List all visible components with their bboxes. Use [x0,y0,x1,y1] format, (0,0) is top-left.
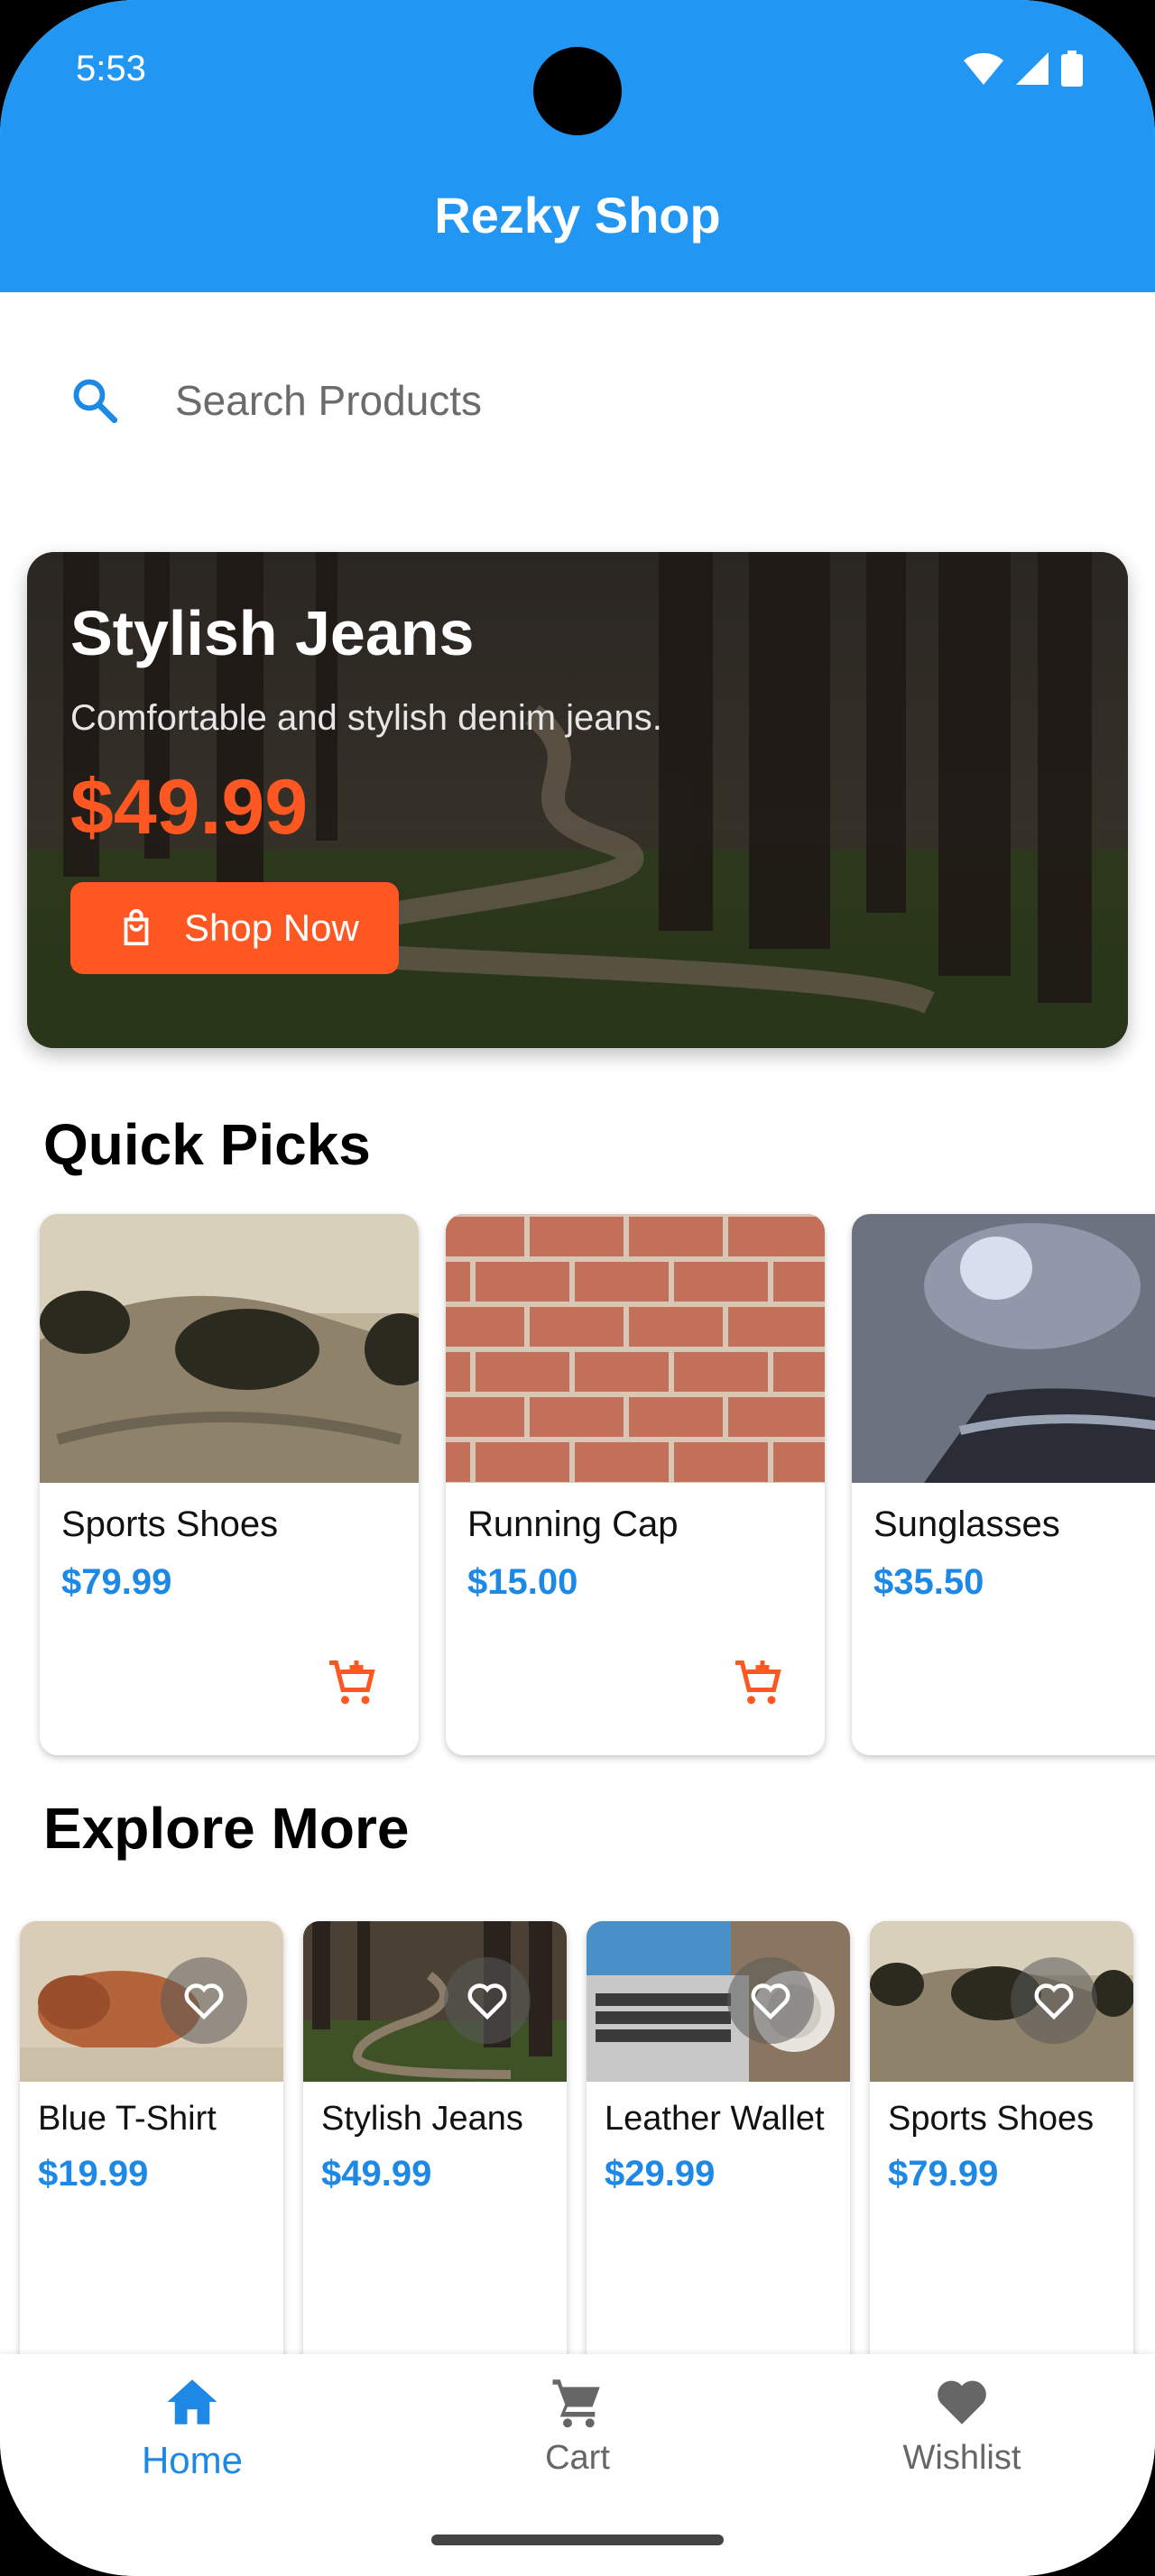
quick-picks-title: Quick Picks [43,1112,371,1177]
heart-outline-icon [1034,1983,1074,2020]
product-name: Stylish Jeans [321,2100,523,2138]
quick-pick-card[interactable]: Sports Shoes $79.99 [40,1214,419,1755]
heart-outline-icon [751,1983,790,2020]
product-price: $49.99 [321,2154,432,2194]
app-bar: 5:53 Rezky Shop [0,0,1155,292]
nav-label: Cart [545,2439,610,2477]
product-name: Running Cap [467,1504,679,1544]
product-price: $15.00 [467,1562,578,1602]
add-to-cart-icon[interactable] [731,1656,785,1710]
nav-label: Home [141,2439,244,2481]
shop-now-label: Shop Now [184,906,359,949]
product-name: Blue T-Shirt [38,2100,217,2138]
cart-icon [552,2379,600,2428]
favorite-button[interactable] [444,1957,531,2044]
product-name: Leather Wallet [605,2100,825,2138]
nav-item-cart[interactable]: Cart [442,2372,713,2478]
banner-price: $49.99 [70,764,309,851]
product-image [40,1214,419,1483]
heart-icon [938,2380,986,2424]
wifi-icon [964,52,1003,85]
app-title: Rezky Shop [434,187,721,244]
heart-outline-icon [184,1983,224,2020]
product-name: Sports Shoes [61,1504,279,1544]
product-name: Sunglasses [873,1504,1060,1544]
promo-banner[interactable]: Stylish Jeans Comfortable and stylish de… [27,552,1128,1048]
product-image [446,1214,825,1483]
status-icons [964,51,1083,87]
product-price: $79.99 [61,1562,172,1602]
explore-more-title: Explore More [43,1796,410,1861]
product-price: $29.99 [605,2154,716,2194]
quick-pick-card[interactable]: Running Cap $15.00 [446,1214,825,1755]
battery-icon [1061,51,1083,87]
product-name: Sports Shoes [888,2100,1095,2138]
heart-outline-icon [467,1983,507,2020]
nav-label: Wishlist [902,2439,1021,2477]
banner-title: Stylish Jeans [70,598,475,668]
product-image [852,1214,1155,1483]
shopping-bag-icon [124,908,149,946]
signal-icon [1016,52,1049,85]
home-indicator[interactable] [431,2535,724,2545]
camera-cutout [533,47,622,135]
nav-item-wishlist[interactable]: Wishlist [827,2372,1097,2478]
nav-item-home[interactable]: Home [57,2372,328,2482]
product-price: $35.50 [873,1562,984,1602]
product-price: $79.99 [888,2154,999,2194]
search-icon [73,379,118,424]
favorite-button[interactable] [727,1957,814,2044]
shop-now-button[interactable]: Shop Now [70,882,399,974]
quick-pick-card[interactable]: Sunglasses $35.50 [852,1214,1155,1755]
favorite-button[interactable] [161,1957,247,2044]
phone-screen: 5:53 Rezky Shop Search Products Stylish … [0,0,1155,2576]
status-time: 5:53 [76,49,146,88]
add-to-cart-icon[interactable] [325,1656,379,1710]
favorite-button[interactable] [1011,1957,1097,2044]
search-bar[interactable] [69,363,1097,438]
product-price: $19.99 [38,2154,149,2194]
home-icon [167,2379,217,2424]
banner-description: Comfortable and stylish denim jeans. [70,698,662,738]
search-input[interactable] [173,375,989,426]
